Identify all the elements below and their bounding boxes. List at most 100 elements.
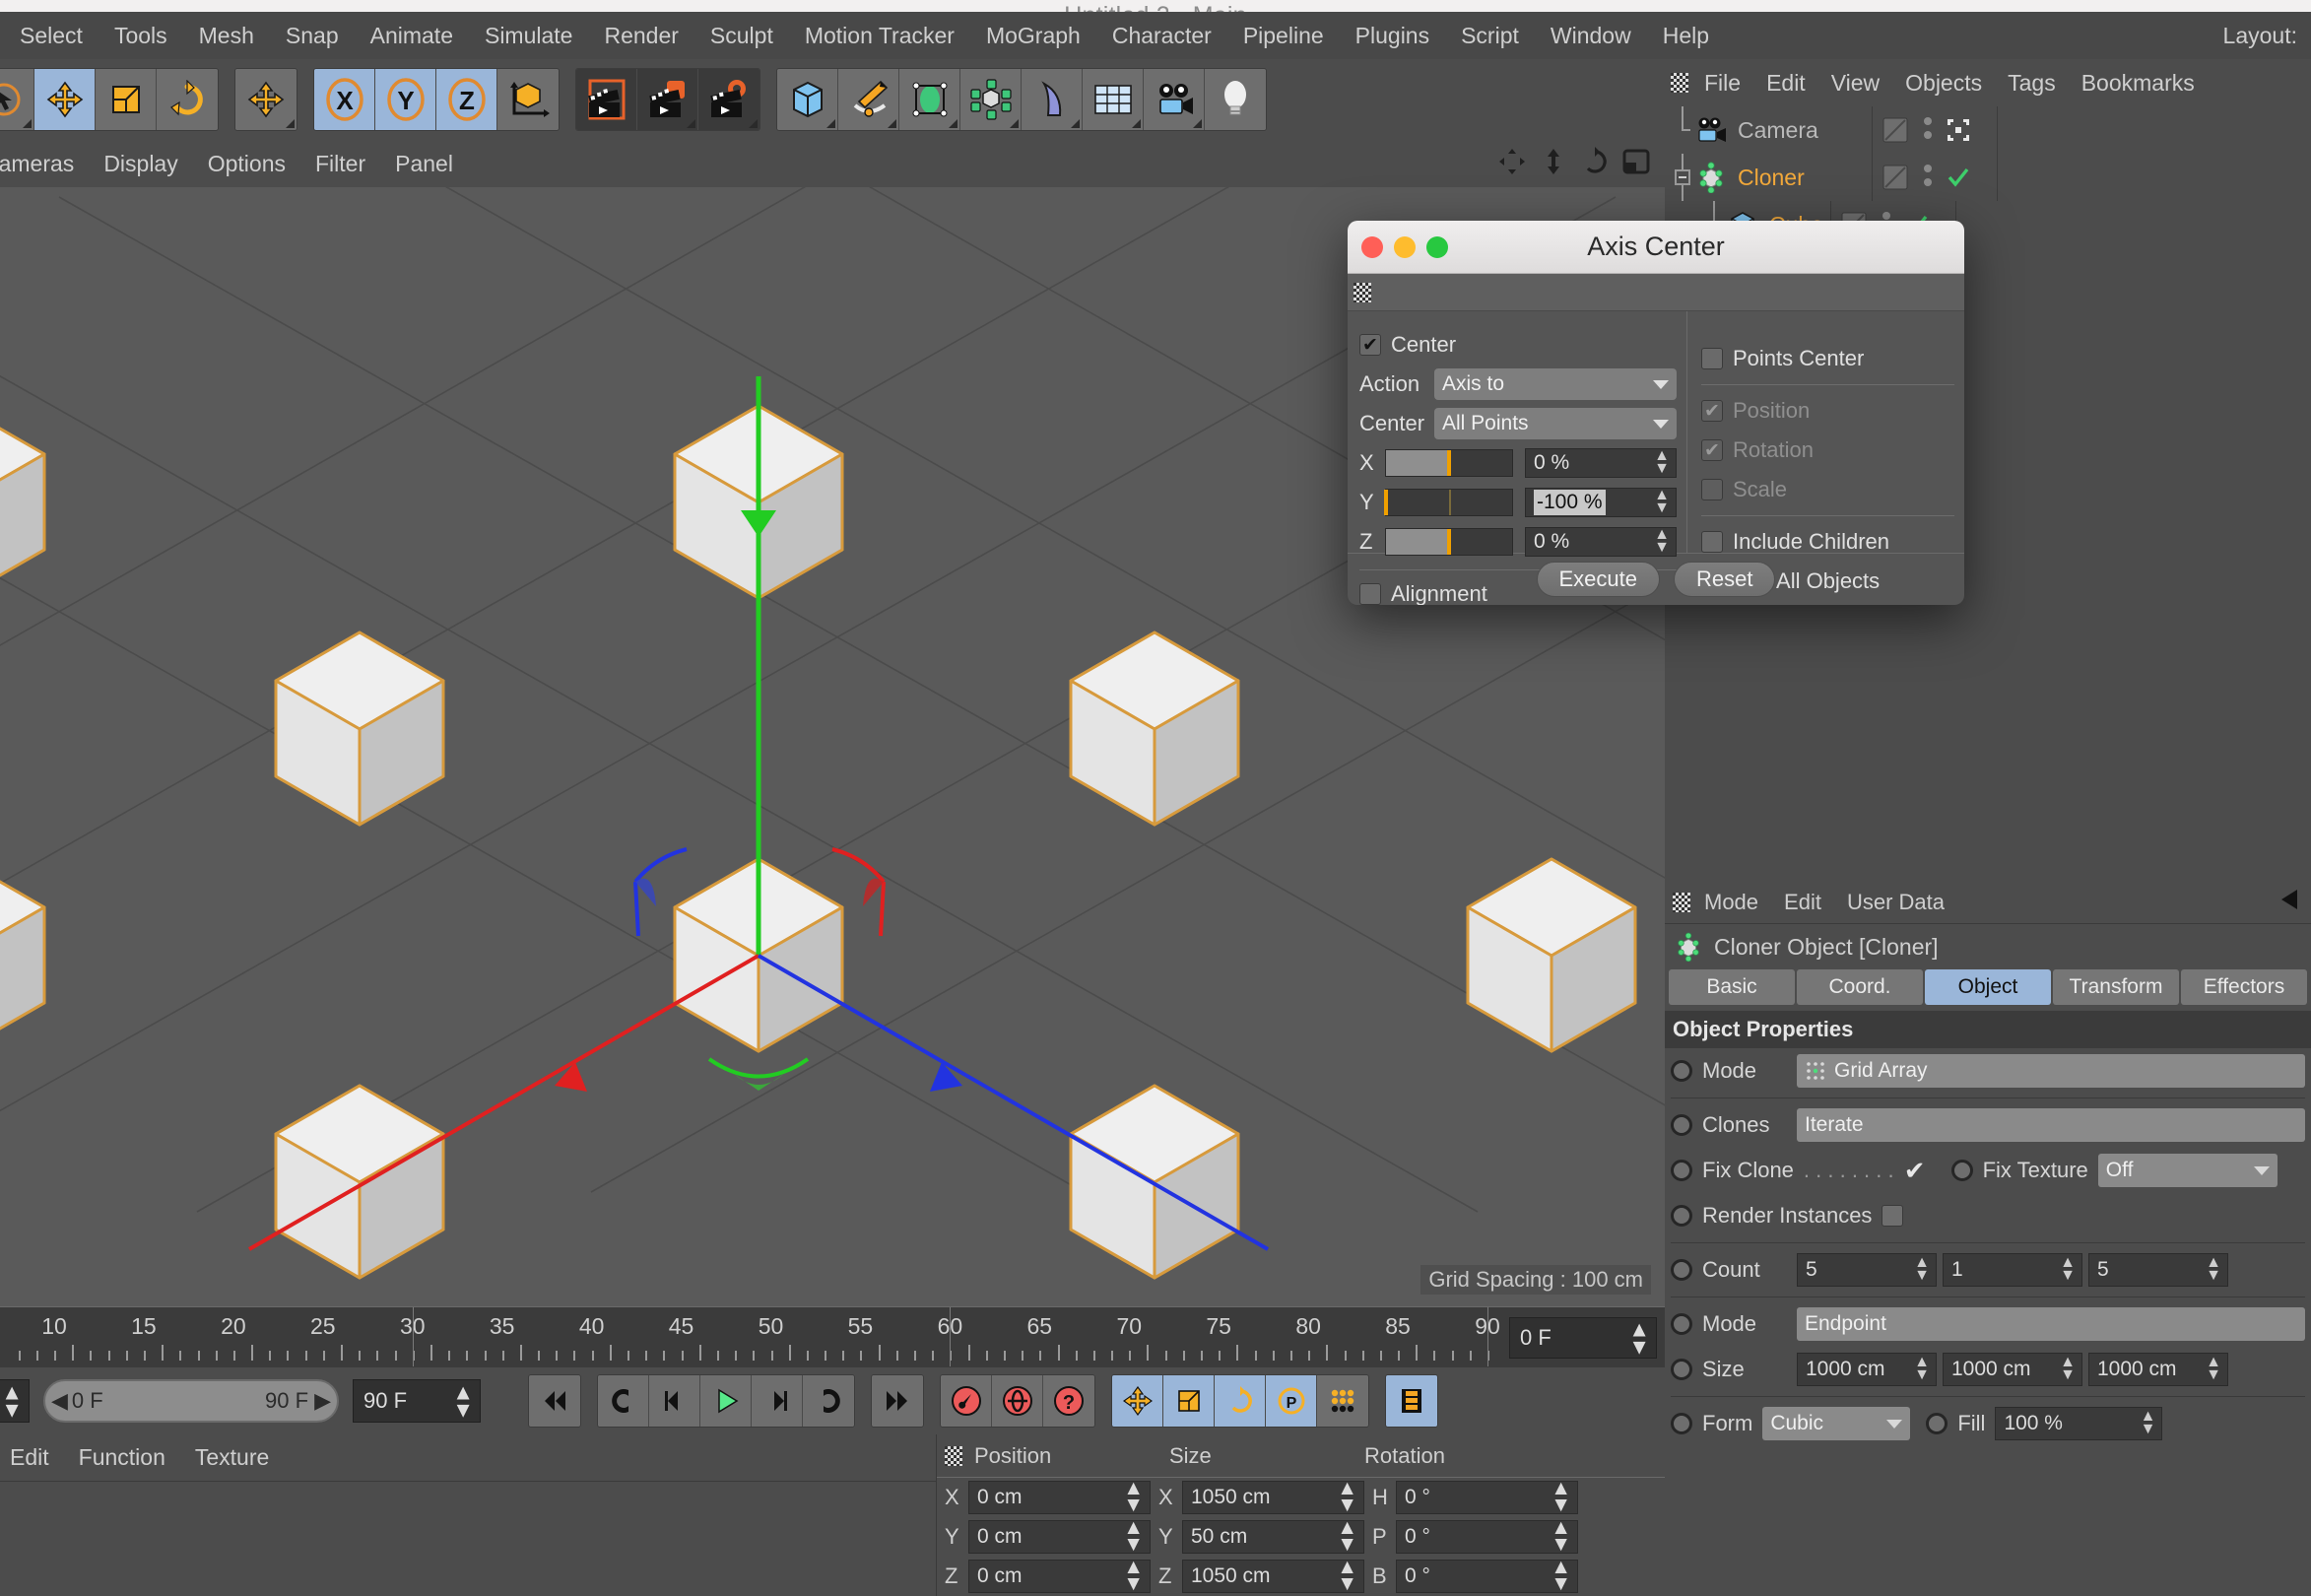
object-manager-grip-icon[interactable] [1671, 73, 1688, 93]
axis-y-slider[interactable] [1384, 489, 1513, 516]
render-instances-checkbox[interactable] [1882, 1205, 1904, 1227]
current-frame-field[interactable]: 0 F ▲ ▼ [1509, 1317, 1657, 1359]
attr-collapse-icon[interactable] [2276, 885, 2305, 919]
minimize-window-icon[interactable] [1394, 235, 1416, 258]
viewport-menu-panel[interactable]: Panel [395, 151, 453, 177]
include-children-checkbox[interactable] [1701, 531, 1723, 553]
count-y-spinner[interactable]: ▲ ▼ [2060, 1255, 2076, 1284]
deformer-icon[interactable] [1022, 69, 1083, 130]
form-dropdown[interactable]: Cubic [1762, 1407, 1911, 1440]
menu-item-script[interactable]: Script [1461, 23, 1519, 49]
position-y-field[interactable]: 0 cm ▲ ▼ [968, 1517, 1151, 1555]
object-menu-bookmarks[interactable]: Bookmarks [2081, 70, 2195, 97]
size-x-spinner[interactable]: ▲ ▼ [1337, 1478, 1357, 1515]
menu-item-window[interactable]: Window [1551, 23, 1631, 49]
record-position-icon[interactable] [1112, 1375, 1163, 1427]
rotation-h-field[interactable]: 0 ° ▲ ▼ [1396, 1478, 1578, 1515]
object-tags-camera[interactable] [1872, 106, 1998, 154]
autokey-icon[interactable] [992, 1375, 1043, 1427]
material-menu-edit[interactable]: Edit [10, 1444, 49, 1471]
x-axis-lock-icon[interactable]: X [314, 69, 375, 130]
light-icon[interactable] [1205, 69, 1266, 130]
render-instances-radio-icon[interactable] [1671, 1205, 1692, 1227]
object-row-cloner[interactable]: Cloner [1665, 154, 2311, 201]
y-axis-lock-icon[interactable]: Y [375, 69, 436, 130]
fix-clone-radio-icon[interactable] [1671, 1160, 1692, 1181]
previous-frame-icon[interactable] [649, 1375, 700, 1427]
enabled-check-icon[interactable] [1946, 165, 1971, 190]
play-forward-icon[interactable] [700, 1375, 752, 1427]
axis-x-field[interactable]: 0 % ▲ ▼ [1525, 448, 1677, 478]
clones-dropdown[interactable]: Iterate [1797, 1108, 2305, 1142]
fill-radio-icon[interactable] [1926, 1413, 1948, 1434]
visibility-dot-icon[interactable] [1882, 164, 1910, 191]
rotate-view-icon[interactable] [1580, 146, 1610, 181]
reset-button[interactable]: Reset [1674, 561, 1776, 597]
menu-item-tools[interactable]: Tools [114, 23, 167, 49]
timeline-ruler[interactable]: 10 15 20 25 30 35 40 45 50 55 60 65 70 75 80 85 90 [0, 1307, 1507, 1366]
fix-texture-dropdown[interactable]: Off [2097, 1154, 2278, 1187]
object-menu-view[interactable]: View [1831, 70, 1880, 97]
fix-clone-checkbox[interactable]: ✔ [1903, 1156, 1926, 1185]
render-settings-icon[interactable] [698, 69, 759, 130]
rotation-p-spinner[interactable]: ▲ ▼ [1551, 1517, 1571, 1555]
count-x-field[interactable]: 5 ▲ ▼ [1797, 1253, 1937, 1287]
keyframe-help-icon[interactable]: ? [1043, 1375, 1094, 1427]
scale-tool-icon[interactable] [96, 69, 157, 130]
size-z-field[interactable]: 1050 cm ▲ ▼ [1182, 1557, 1364, 1594]
close-window-icon[interactable] [1361, 235, 1383, 258]
menu-item-plugins[interactable]: Plugins [1355, 23, 1429, 49]
tree-expand-icon[interactable] [1675, 154, 1690, 201]
position-checkbox[interactable]: ✔ [1701, 400, 1723, 422]
mode-radio-icon[interactable] [1671, 1060, 1692, 1082]
preview-range-slider[interactable]: ◀ 0 F 90 F ▶ [43, 1379, 339, 1423]
size-z-spinner[interactable]: ▲ ▼ [1337, 1557, 1357, 1594]
menu-item-select[interactable]: Select [20, 23, 83, 49]
rotation-b-spinner[interactable]: ▲ ▼ [1551, 1557, 1571, 1594]
dialog-grip-icon[interactable] [1354, 282, 1371, 302]
next-frame-icon[interactable] [752, 1375, 803, 1427]
position-x-field[interactable]: 0 cm ▲ ▼ [968, 1478, 1151, 1515]
viewport-menu-filter[interactable]: Filter [315, 151, 365, 177]
position-z-field[interactable]: 0 cm ▲ ▼ [968, 1557, 1151, 1594]
viewport-menu-cameras[interactable]: Cameras [0, 151, 74, 177]
current-frame-spinner[interactable]: ▲ ▼ [1628, 1318, 1650, 1358]
spline-pen-icon[interactable] [838, 69, 899, 130]
timeline-window-icon[interactable] [1386, 1375, 1437, 1427]
menu-item-simulate[interactable]: Simulate [485, 23, 572, 49]
center-dropdown[interactable]: All Points [1434, 408, 1677, 439]
axis-center-dialog[interactable]: Axis Center ✔ Center Action Axis to Cent… [1348, 221, 1964, 605]
rotation-h-spinner[interactable]: ▲ ▼ [1551, 1478, 1571, 1515]
alignment-checkbox[interactable] [1359, 583, 1381, 605]
rotate-tool-icon[interactable] [157, 69, 218, 130]
size-x-field[interactable]: 1050 cm ▲ ▼ [1182, 1478, 1364, 1515]
position-z-spinner[interactable]: ▲ ▼ [1123, 1557, 1144, 1594]
rotation-checkbox[interactable]: ✔ [1701, 439, 1723, 461]
attr-menu-edit[interactable]: Edit [1784, 890, 1821, 915]
menu-item-snap[interactable]: Snap [286, 23, 339, 49]
size-x-field[interactable]: 1000 cm ▲ ▼ [1797, 1353, 1937, 1386]
menu-item-animate[interactable]: Animate [370, 23, 453, 49]
move-tool-icon[interactable] [34, 69, 96, 130]
object-menu-file[interactable]: File [1704, 70, 1741, 97]
camera-icon[interactable] [1144, 69, 1205, 130]
record-scale-icon[interactable] [1163, 1375, 1215, 1427]
rotation-p-field[interactable]: 0 ° ▲ ▼ [1396, 1517, 1578, 1555]
fill-field[interactable]: 100 % ▲ ▼ [1995, 1407, 2163, 1440]
action-dropdown[interactable]: Axis to [1434, 368, 1677, 400]
tab-basic[interactable]: Basic [1669, 969, 1795, 1005]
floor-environment-icon[interactable] [1083, 69, 1144, 130]
object-menu-tags[interactable]: Tags [2008, 70, 2056, 97]
layout-label[interactable]: Layout: [2223, 23, 2297, 49]
attr-menu-mode[interactable]: Mode [1704, 890, 1758, 915]
size-z-spinner[interactable]: ▲ ▼ [2206, 1355, 2221, 1383]
count-y-field[interactable]: 1 ▲ ▼ [1943, 1253, 2082, 1287]
range-left-arrow-icon[interactable]: ◀ [51, 1388, 68, 1414]
play-backwards-loop-icon[interactable] [598, 1375, 649, 1427]
end-frame-spinner[interactable]: ▲ ▼ [452, 1381, 474, 1421]
frame-start-field[interactable]: ▲ ▼ [0, 1379, 30, 1423]
fix-texture-radio-icon[interactable] [1950, 1160, 1973, 1181]
mograph-array-icon[interactable] [960, 69, 1022, 130]
go-to-start-icon[interactable] [529, 1375, 580, 1427]
cube-primitive-icon[interactable] [777, 69, 838, 130]
